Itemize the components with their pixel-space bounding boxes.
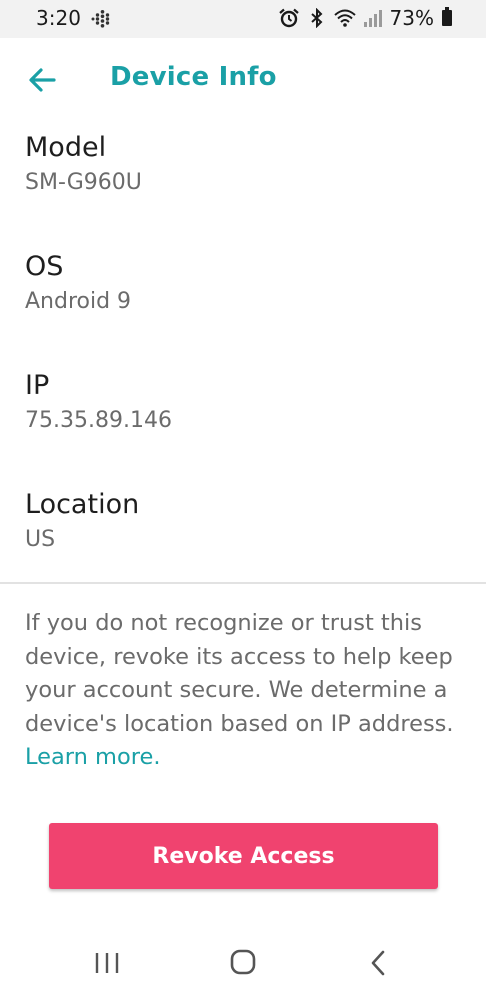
info-item-os: OS Android 9 <box>25 247 465 366</box>
device-info-list: Model SM-G960U OS Android 9 IP 75.35.89.… <box>25 128 465 604</box>
security-notice: If you do not recognize or trust this de… <box>25 607 465 775</box>
signal-icon <box>363 10 382 27</box>
status-time: 3:20 <box>36 6 81 30</box>
status-icons: 73% <box>278 6 452 30</box>
learn-more-link[interactable]: Learn more. <box>25 744 160 770</box>
info-value: US <box>25 527 56 552</box>
recents-icon[interactable] <box>87 945 127 981</box>
system-nav-bar <box>0 925 486 999</box>
battery-percent: 73% <box>389 6 434 30</box>
info-label: Model <box>25 132 107 163</box>
info-label: OS <box>25 251 64 282</box>
info-label: IP <box>25 370 50 401</box>
fitbit-dots-icon <box>91 10 110 28</box>
info-item-location: Location US <box>25 485 465 604</box>
arrow-left-icon[interactable] <box>24 62 60 98</box>
divider <box>0 582 486 584</box>
page-title: Device Info <box>110 62 277 92</box>
info-label: Location <box>25 489 140 520</box>
wifi-icon <box>333 9 356 27</box>
status-bar: 3:20 73% <box>0 0 486 38</box>
notice-text: If you do not recognize or trust this de… <box>25 610 454 737</box>
info-value: SM-G960U <box>25 170 142 195</box>
info-item-model: Model SM-G960U <box>25 128 465 247</box>
info-value: 75.35.89.146 <box>25 408 172 433</box>
bluetooth-icon <box>310 8 323 28</box>
info-item-ip: IP 75.35.89.146 <box>25 366 465 485</box>
revoke-access-button[interactable]: Revoke Access <box>49 823 438 889</box>
info-value: Android 9 <box>25 289 132 314</box>
back-nav-icon[interactable] <box>359 945 399 981</box>
alarm-icon <box>278 8 299 28</box>
app-header: Device Info <box>0 38 486 122</box>
battery-icon <box>442 7 452 26</box>
home-icon[interactable] <box>223 945 263 981</box>
